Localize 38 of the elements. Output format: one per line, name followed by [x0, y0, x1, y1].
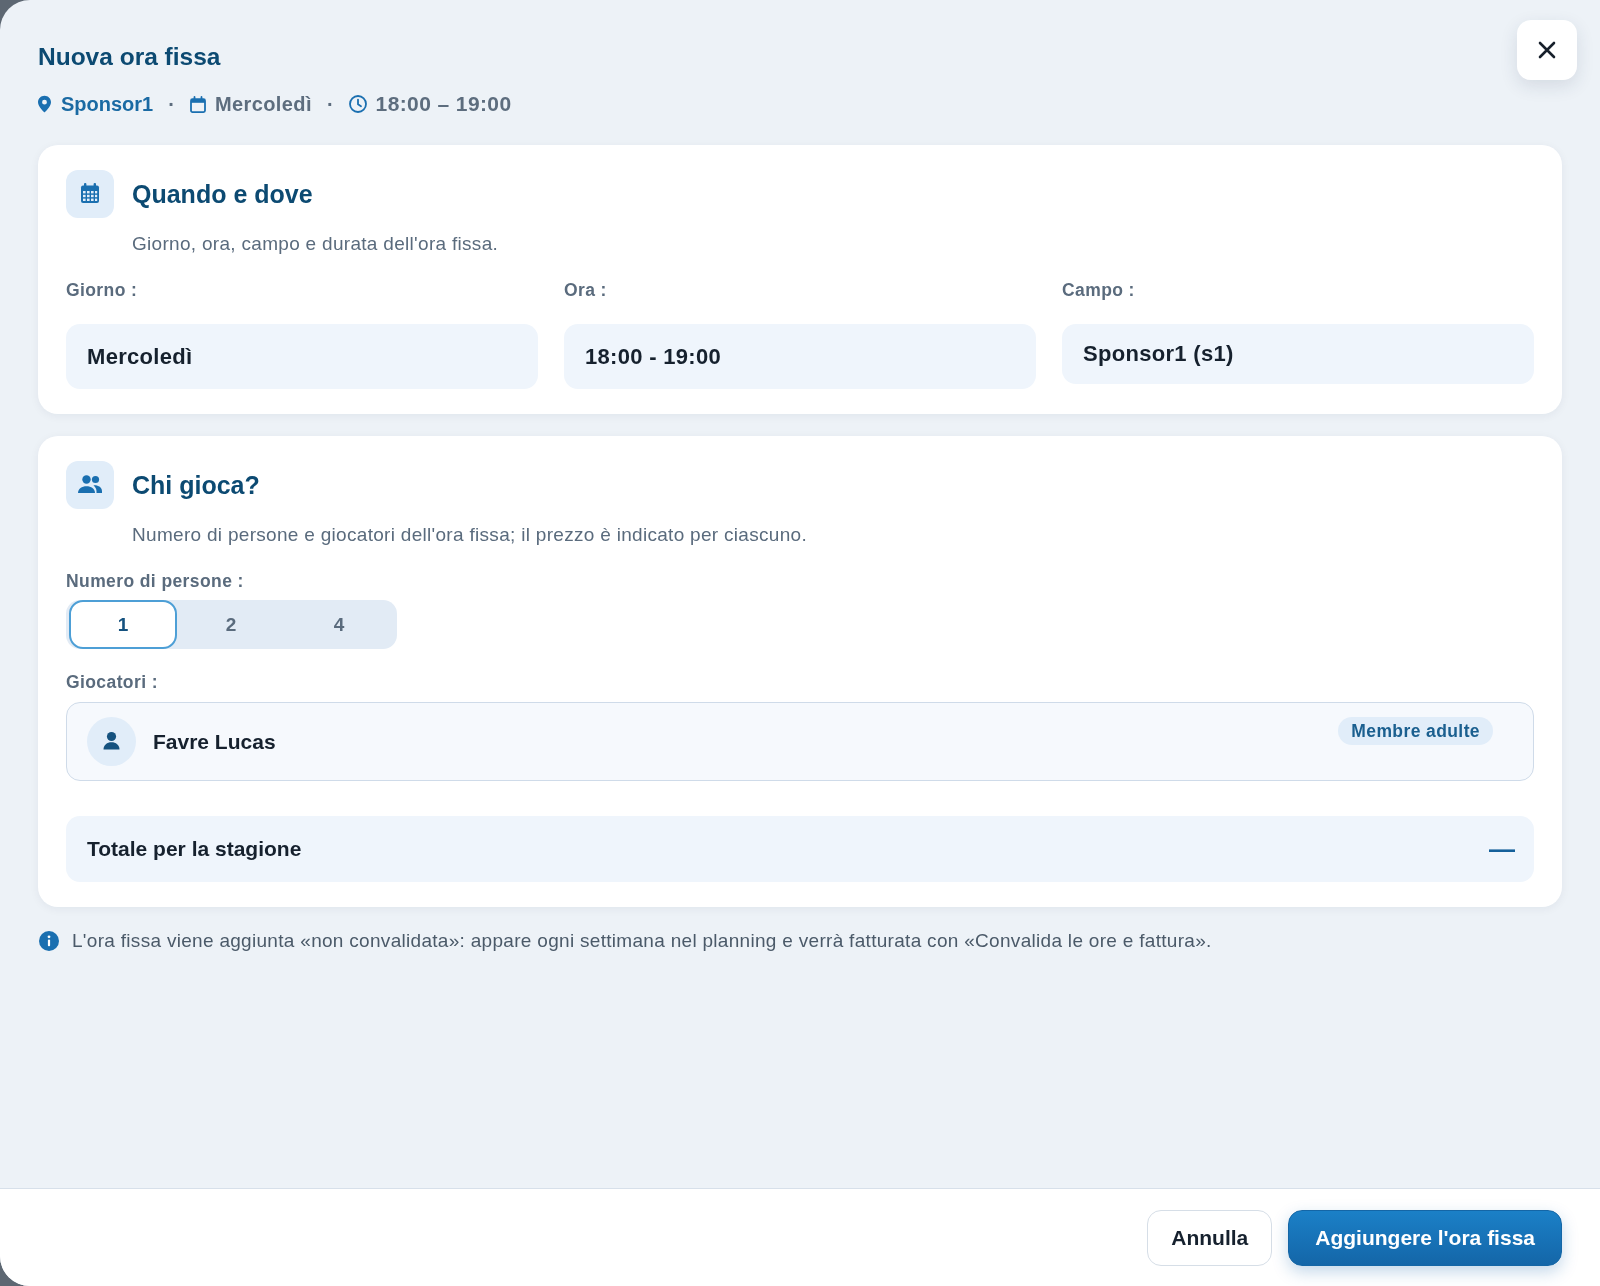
text-field[interactable]: Mercoledì — [66, 324, 538, 389]
player-name: Favre Lucas — [153, 729, 276, 754]
time-range: 18:00 – 19:00 — [375, 92, 512, 116]
total-value: — — [1489, 834, 1515, 864]
count-option[interactable]: 4 — [285, 600, 393, 649]
court-name: Sponsor1 — [61, 92, 154, 116]
field-label: Campo : — [1062, 280, 1135, 300]
count-option[interactable]: 2 — [177, 600, 285, 649]
separator-dot: · — [326, 92, 334, 116]
info-text: L'ora fissa viene aggiunta «non convalidata»: appare ogni settimana nel planning e verrà fatturata con «Convalida le ore e fattura». — [72, 930, 1212, 952]
total-label: Totale per la stagione — [87, 837, 302, 861]
section-description: Giorno, ora, campo e durata dell'ora fissa. — [132, 233, 499, 255]
section-title: Quando e dove — [132, 179, 313, 209]
close-icon — [1538, 41, 1556, 59]
segmented-control[interactable]: 1 2 4 — [66, 600, 397, 649]
section-title: Chi gioca? — [132, 470, 260, 500]
select-field[interactable]: Sponsor1 (s1) — [1062, 324, 1534, 384]
submit-button[interactable]: Aggiungere l'ora fissa — [1288, 1209, 1562, 1266]
membership-badge: Membre adulte — [1338, 717, 1493, 745]
section-description: Numero di persone e giocatori dell'ora fissa; il prezzo è indicato per ciascuno. — [132, 524, 808, 546]
clock-icon — [348, 95, 367, 113]
field-label: Ora : — [564, 280, 607, 300]
count-option[interactable]: 1 — [69, 600, 177, 649]
day-text: Mercoledì — [214, 92, 312, 116]
close-button[interactable] — [1517, 20, 1577, 80]
field-label: Giocatori : — [66, 672, 158, 692]
text-field[interactable]: 18:00 - 19:00 — [564, 324, 1036, 389]
calendar-icon — [66, 170, 114, 218]
separator-dot: · — [168, 92, 175, 116]
person-icon — [87, 717, 136, 766]
dialog-title: Nuova ora fissa — [38, 42, 222, 72]
people-icon — [66, 461, 114, 509]
field-label: Numero di persone : — [66, 571, 244, 591]
pin-icon — [38, 95, 51, 113]
calendar-icon — [189, 95, 206, 113]
field-label: Giorno : — [66, 280, 138, 300]
info-icon — [39, 931, 59, 951]
cancel-button[interactable]: Annulla — [1147, 1209, 1273, 1266]
